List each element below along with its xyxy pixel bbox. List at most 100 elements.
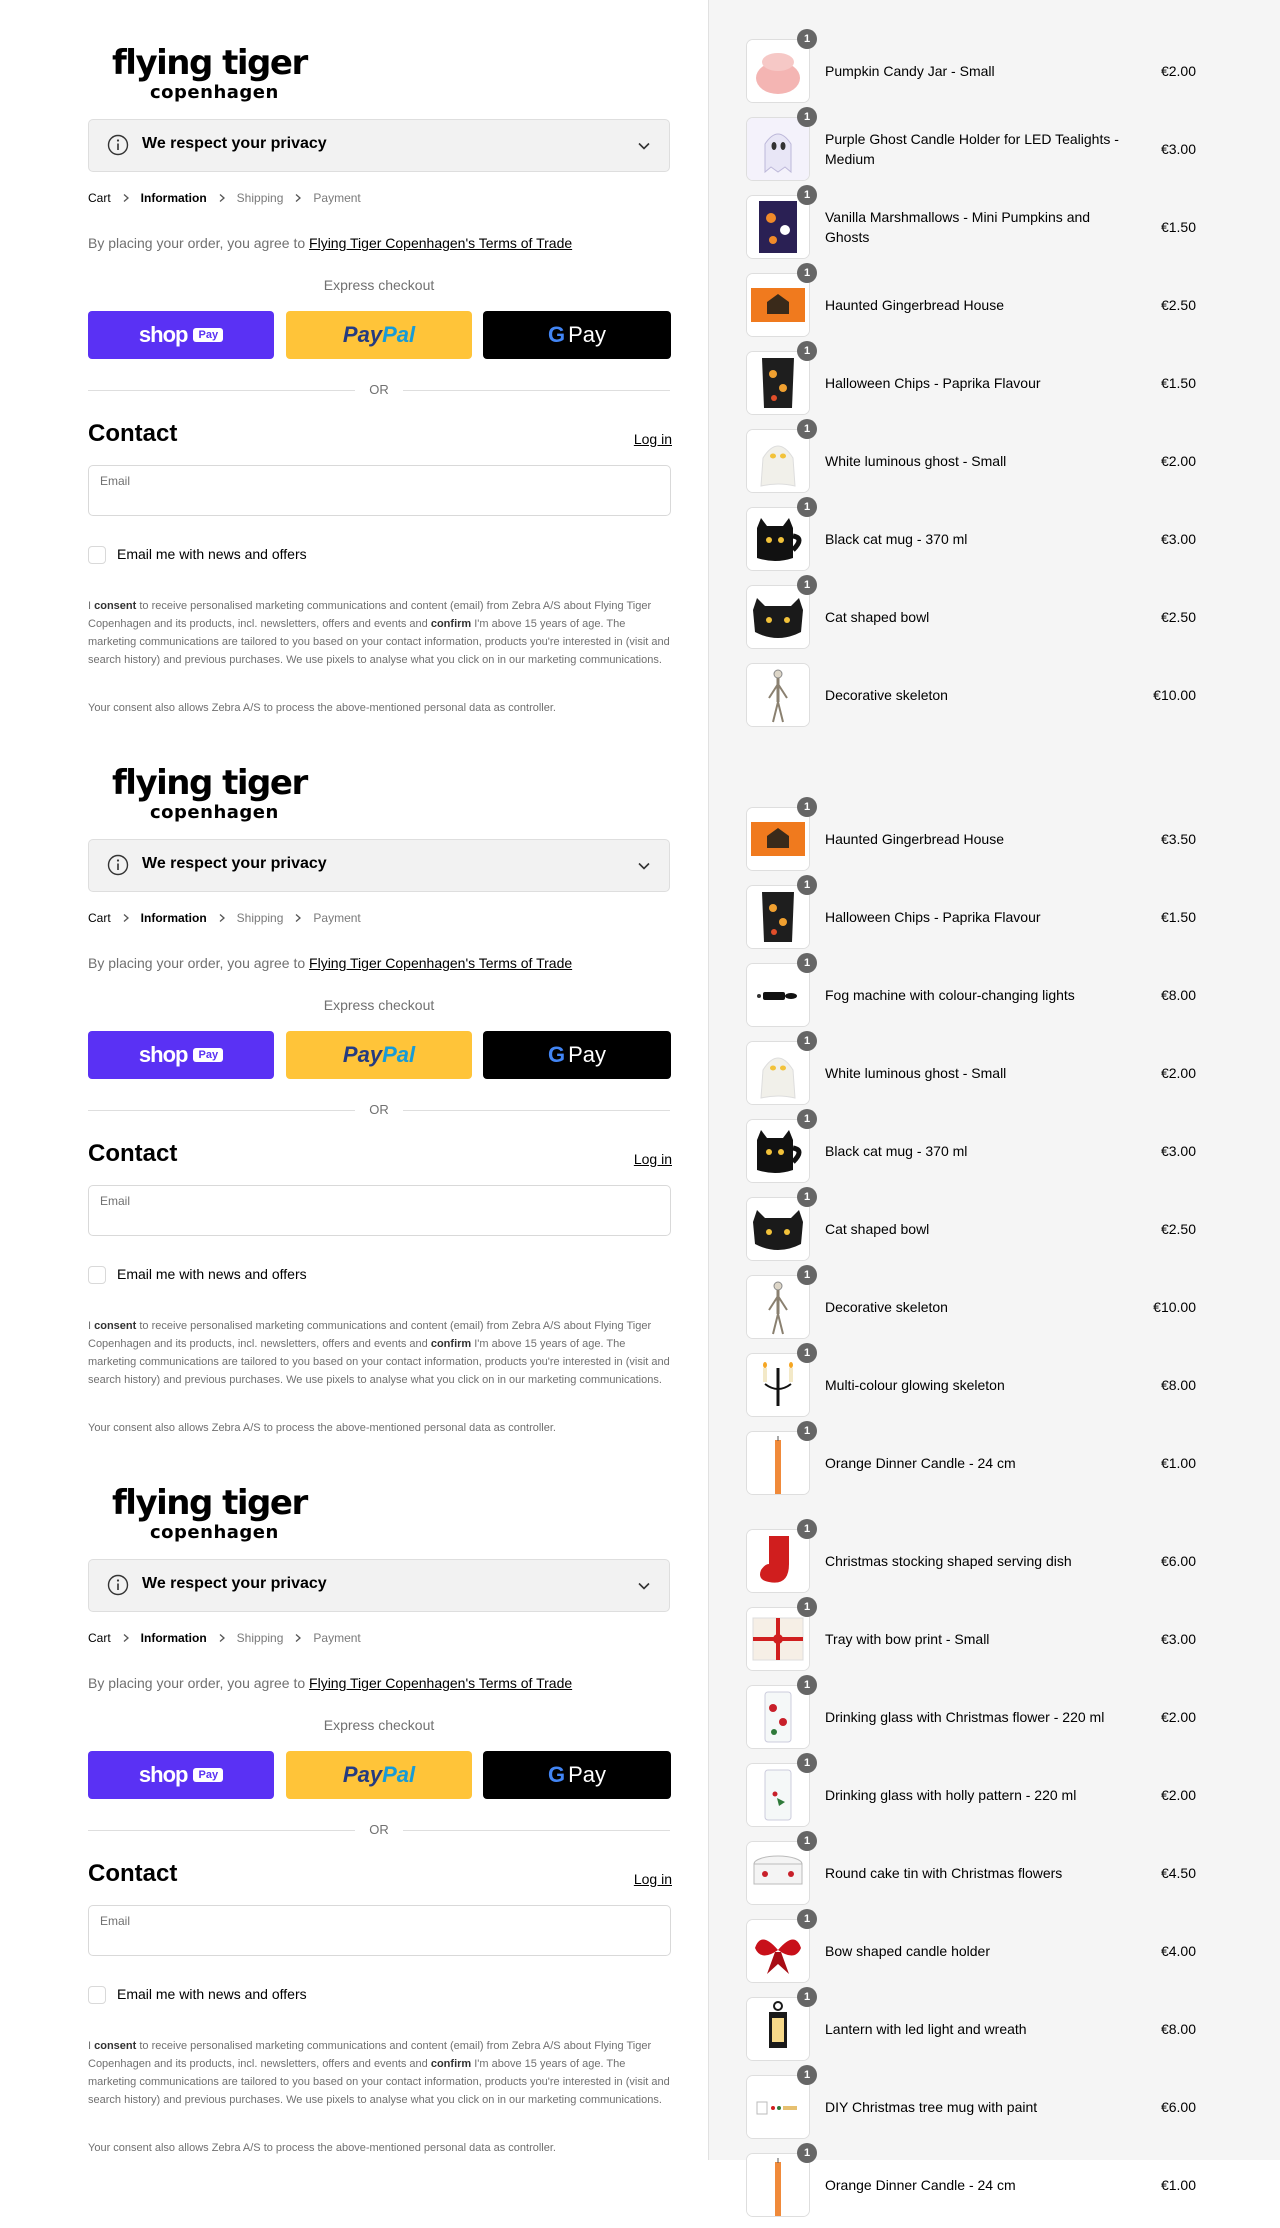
cart-item: 1 Round cake tin with Christmas flowers €4… xyxy=(746,1831,1196,1916)
quantity-badge: 1 xyxy=(797,341,817,361)
breadcrumb-payment: Payment xyxy=(313,191,361,205)
privacy-accordion[interactable]: We respect your privacy xyxy=(88,839,670,892)
paypal-wordmark: PayPal xyxy=(342,1762,416,1787)
cart-item: 1 Cat shaped bowl €2.50 xyxy=(746,575,1196,660)
google-pay-button[interactable]: G Pay xyxy=(483,1031,671,1079)
newsletter-checkbox[interactable] xyxy=(88,546,106,564)
shop-pay-button[interactable]: shop Pay xyxy=(88,1751,274,1799)
paypal-button[interactable]: PayPal xyxy=(286,1031,472,1079)
brand-logo[interactable]: flying tiger copenhagen xyxy=(106,756,326,828)
cart-item-price: €2.00 xyxy=(1160,63,1196,79)
brand-logo[interactable]: flying tiger copenhagen xyxy=(106,36,326,108)
cart-item-price: €10.00 xyxy=(1153,687,1196,703)
cart-item-name: Cat shaped bowl xyxy=(825,609,930,625)
diy-mug-icon xyxy=(746,2075,810,2139)
cart-item: 1 Halloween Chips - Paprika Flavour €1.50 xyxy=(746,875,1196,960)
pumpkin-jar-icon xyxy=(746,39,810,103)
fog-machine-icon xyxy=(746,963,810,1027)
cart-item-name: Christmas stocking shaped serving dish xyxy=(825,1553,1072,1569)
cart-item: 1 Orange Dinner Candle - 24 cm €1.00 xyxy=(746,2143,1196,2228)
email-input[interactable] xyxy=(100,490,654,508)
express-checkout-label: Express checkout xyxy=(323,997,435,1013)
brand-logo[interactable]: flying tiger copenhagen xyxy=(106,1476,326,1548)
shop-pay-badge: Pay xyxy=(193,1048,224,1062)
newsletter-label[interactable]: Email me with news and offers xyxy=(117,1266,307,1282)
email-field[interactable]: Email xyxy=(88,465,671,516)
cart-item: 1 Haunted Gingerbread House €2.50 xyxy=(746,263,1196,348)
chevron-right-icon xyxy=(123,914,129,922)
breadcrumb: Cart Information Shipping Payment xyxy=(88,191,361,205)
quantity-badge: 1 xyxy=(797,1909,817,1929)
cart-item: 1 Decorative skeleton €10.00 xyxy=(746,1265,1196,1350)
skeleton-icon xyxy=(746,663,810,727)
chevron-right-icon xyxy=(295,914,302,922)
cart-item-price: €8.00 xyxy=(1160,2021,1196,2037)
breadcrumb-cart[interactable]: Cart xyxy=(88,1631,111,1645)
cart-item-price: €3.00 xyxy=(1160,1631,1196,1647)
cart-item: Decorative skeleton €10.00 xyxy=(746,660,1196,738)
cart-item-name: Drinking glass with holly pattern - 220 … xyxy=(825,1787,1077,1803)
breadcrumb-cart[interactable]: Cart xyxy=(88,911,111,925)
cart-item-price: €1.00 xyxy=(1160,1455,1196,1471)
cart-item-name: Halloween Chips - Paprika Flavour xyxy=(825,909,1041,925)
privacy-accordion[interactable]: We respect your privacy xyxy=(88,1559,670,1612)
email-input[interactable] xyxy=(100,1210,654,1228)
cart-item-price: €3.50 xyxy=(1160,831,1196,847)
checkout-section: flying tiger copenhagen We respect your p… xyxy=(88,1440,672,2160)
google-pay-button[interactable]: G Pay xyxy=(483,311,671,359)
chevron-right-icon xyxy=(219,914,225,922)
privacy-accordion[interactable]: We respect your privacy xyxy=(88,119,670,172)
cart-item-name: Decorative skeleton xyxy=(825,1299,948,1315)
shop-pay-button[interactable]: shop Pay xyxy=(88,311,274,359)
svg-text:flying tiger: flying tiger xyxy=(112,763,308,803)
chips-bag-icon xyxy=(746,351,810,415)
chevron-down-icon xyxy=(638,142,650,150)
terms-link[interactable]: Flying Tiger Copenhagen's Terms of Trade xyxy=(309,235,572,251)
newsletter-checkbox[interactable] xyxy=(88,1266,106,1284)
login-link[interactable]: Log in xyxy=(634,1151,672,1167)
cart-item: 1 Fog machine with colour-changing lights… xyxy=(746,953,1196,1038)
newsletter-label[interactable]: Email me with news and offers xyxy=(117,546,307,562)
quantity-badge: 1 xyxy=(797,419,817,439)
cart-item: 1 Drinking glass with holly pattern - 220… xyxy=(746,1753,1196,1838)
terms-notice: By placing your order, you agree to Flyi… xyxy=(88,955,572,971)
breadcrumb: Cart Information Shipping Payment xyxy=(88,1631,361,1645)
google-pay-button[interactable]: G Pay xyxy=(483,1751,671,1799)
email-input[interactable] xyxy=(100,1930,654,1948)
newsletter-label[interactable]: Email me with news and offers xyxy=(117,1986,307,2002)
terms-link[interactable]: Flying Tiger Copenhagen's Terms of Trade xyxy=(309,1675,572,1691)
newsletter-checkbox[interactable] xyxy=(88,1986,106,2004)
google-pay-label: Pay xyxy=(568,1762,607,1787)
cart-item-price: €2.00 xyxy=(1160,1709,1196,1725)
flower-glass-icon xyxy=(746,1685,810,1749)
terms-prefix: By placing your order, you agree to xyxy=(88,235,310,251)
breadcrumb-cart[interactable]: Cart xyxy=(88,191,111,205)
terms-link[interactable]: Flying Tiger Copenhagen's Terms of Trade xyxy=(309,955,572,971)
quantity-badge: 1 xyxy=(797,497,817,517)
express-checkout-label: Express checkout xyxy=(323,277,435,293)
bow-candle-holder-icon xyxy=(746,1919,810,1983)
orange-candle-icon xyxy=(746,1431,810,1495)
email-field[interactable]: Email xyxy=(88,1185,671,1236)
bow-tray-icon xyxy=(746,1607,810,1671)
paypal-button[interactable]: PayPal xyxy=(286,1751,472,1799)
email-label: Email xyxy=(100,1914,131,1928)
login-link[interactable]: Log in xyxy=(634,1871,672,1887)
cart-item-name: Pumpkin Candy Jar - Small xyxy=(825,63,995,79)
consent-text: I consent to receive personalised market… xyxy=(88,600,670,666)
cart-item: 1 Drinking glass with Christmas flower - … xyxy=(746,1675,1196,1760)
email-field[interactable]: Email xyxy=(88,1905,671,1956)
breadcrumb-shipping: Shipping xyxy=(236,911,284,925)
cart-item-name: White luminous ghost - Small xyxy=(825,453,1007,469)
paypal-button[interactable]: PayPal xyxy=(286,311,472,359)
quantity-badge: 1 xyxy=(797,107,817,127)
cart-item-price: €2.50 xyxy=(1160,609,1196,625)
cart-item: 1 Tray with bow print - Small €3.00 xyxy=(746,1597,1196,1682)
login-link[interactable]: Log in xyxy=(634,431,672,447)
quantity-badge: 1 xyxy=(797,1421,817,1441)
cart-item-price: €2.00 xyxy=(1160,1787,1196,1803)
quantity-badge: 1 xyxy=(797,2065,817,2085)
cart-item-name: Bow shaped candle holder xyxy=(825,1943,991,1959)
shop-pay-button[interactable]: shop Pay xyxy=(88,1031,274,1079)
privacy-label: We respect your privacy xyxy=(142,855,327,872)
